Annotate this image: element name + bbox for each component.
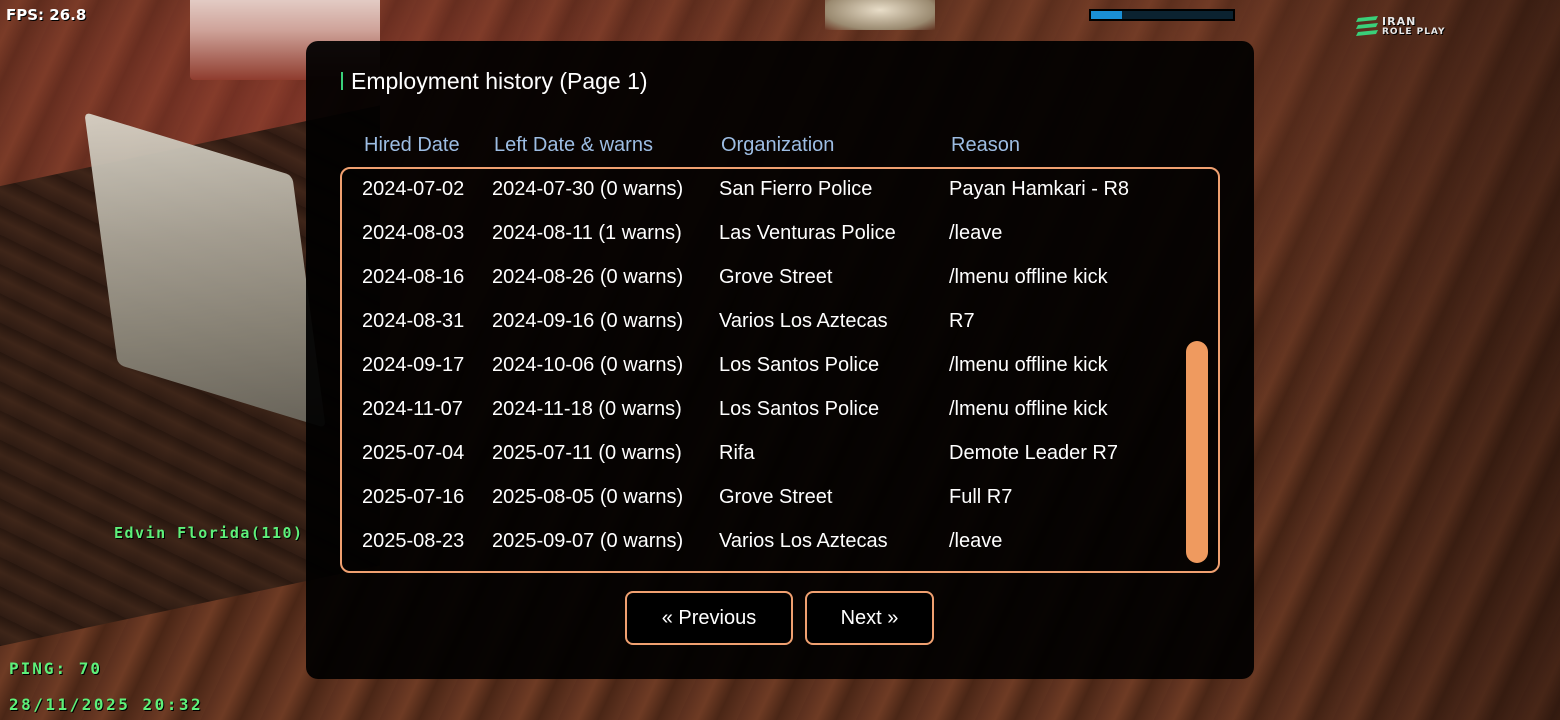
left-date-cell: 2024-11-18 (0 warns)	[492, 398, 682, 420]
logo-text-roleplay: ROLE PLAY	[1382, 27, 1446, 37]
table-row[interactable]: 2024-11-07 2024-11-18 (0 warns) Los Santos…	[342, 389, 1182, 433]
hired-date-cell: 2024-08-16	[362, 266, 465, 288]
hired-date-cell: 2025-07-04	[362, 442, 465, 464]
left-date-cell: 2024-09-16 (0 warns)	[492, 310, 684, 332]
left-date-cell: 2024-08-26 (0 warns)	[492, 266, 684, 288]
employment-history-dialog: Employment history (Page 1) Hired Date L…	[306, 41, 1254, 679]
reason-cell: Full R7	[949, 486, 1013, 508]
server-logo: IRAN ROLE PLAY	[1352, 10, 1462, 42]
player-nametag: Edvin Florida(110)	[114, 524, 304, 542]
reason-cell: /lmenu offline kick	[949, 354, 1108, 376]
column-header-organization: Organization	[721, 134, 835, 156]
column-header-left-date: Left Date & warns	[494, 134, 653, 156]
table-scrollbar-thumb[interactable]	[1186, 341, 1208, 563]
organization-cell: Los Santos Police	[719, 354, 880, 376]
fps-counter: FPS: 26.8	[6, 6, 87, 24]
reason-cell: /leave	[949, 530, 1003, 552]
left-date-cell: 2025-08-05 (0 warns)	[492, 486, 684, 508]
left-date-cell: 2024-07-30 (0 warns)	[492, 178, 684, 200]
scene-shadow	[1200, 0, 1560, 720]
organization-cell: Varios Los Aztecas	[719, 530, 888, 552]
dialog-title-text: Employment history (Page 1)	[351, 67, 648, 94]
table-row[interactable]: 2025-07-04 2025-07-11 (0 warns) Rifa Demote…	[342, 433, 1182, 477]
left-date-cell: 2025-09-07 (0 warns)	[492, 530, 684, 552]
history-table[interactable]: 2025-08-23 2025-09-07 (0 warns) Varios Los…	[340, 167, 1220, 573]
dialog-title: Employment history (Page 1)	[341, 67, 648, 95]
column-header-hired-date: Hired Date	[364, 134, 460, 156]
organization-cell: Grove Street	[719, 266, 833, 288]
organization-cell: Las Venturas Police	[719, 222, 896, 244]
organization-cell: Rifa	[719, 442, 755, 464]
left-date-cell: 2024-10-06 (0 warns)	[492, 354, 684, 376]
table-row[interactable]: 2024-08-31 2024-09-16 (0 warns) Varios Los…	[342, 301, 1182, 345]
table-row[interactable]: 2024-07-02 2024-07-30 (0 warns) San Fierro…	[342, 169, 1182, 213]
organization-cell: San Fierro Police	[719, 178, 873, 200]
scene-lamp	[825, 0, 935, 30]
iran-roleplay-logo-icon	[1356, 16, 1378, 36]
reason-cell: /leave	[949, 222, 1003, 244]
table-row[interactable]: 2025-08-23 2025-09-07 (0 warns) Varios Los…	[342, 521, 1182, 565]
left-date-cell: 2024-08-11 (1 warns)	[492, 222, 682, 244]
table-row[interactable]: 2024-09-17 2024-10-06 (0 warns) Los Santos…	[342, 345, 1182, 389]
health-bar-fill	[1091, 11, 1123, 19]
reason-cell: /lmenu offline kick	[949, 398, 1108, 420]
reason-cell: /lmenu offline kick	[949, 266, 1108, 288]
reason-cell: Demote Leader R7	[949, 442, 1118, 464]
hired-date-cell: 2024-09-17	[362, 354, 465, 376]
previous-page-button[interactable]: « Previous	[625, 591, 793, 645]
next-page-button[interactable]: Next »	[805, 591, 934, 645]
title-accent-bar	[341, 72, 343, 90]
hired-date-cell: 2025-08-23	[362, 530, 465, 552]
datetime-readout: 28/11/2025 20:32	[9, 695, 204, 714]
hired-date-cell: 2025-07-16	[362, 486, 465, 508]
hired-date-cell: 2024-08-31	[362, 310, 465, 332]
ping-readout: PING: 70	[9, 659, 103, 678]
column-header-reason: Reason	[951, 134, 1020, 156]
hired-date-cell: 2024-11-07	[362, 398, 463, 420]
table-row[interactable]: 2024-08-16 2024-08-26 (0 warns) Grove Stre…	[342, 257, 1182, 301]
organization-cell: Varios Los Aztecas	[719, 310, 888, 332]
hired-date-cell: 2024-08-03	[362, 222, 465, 244]
organization-cell: Los Santos Police	[719, 398, 880, 420]
reason-cell: Payan Hamkari - R8	[949, 178, 1130, 200]
organization-cell: Grove Street	[719, 486, 833, 508]
table-row[interactable]: 2025-07-16 2025-08-05 (0 warns) Grove Stre…	[342, 477, 1182, 521]
health-bar	[1089, 9, 1235, 21]
left-date-cell: 2025-07-11 (0 warns)	[492, 442, 682, 464]
table-row[interactable]: 2024-08-03 2024-08-11 (1 warns) Las Ventur…	[342, 213, 1182, 257]
hired-date-cell: 2024-07-02	[362, 178, 465, 200]
reason-cell: R7	[949, 310, 975, 332]
